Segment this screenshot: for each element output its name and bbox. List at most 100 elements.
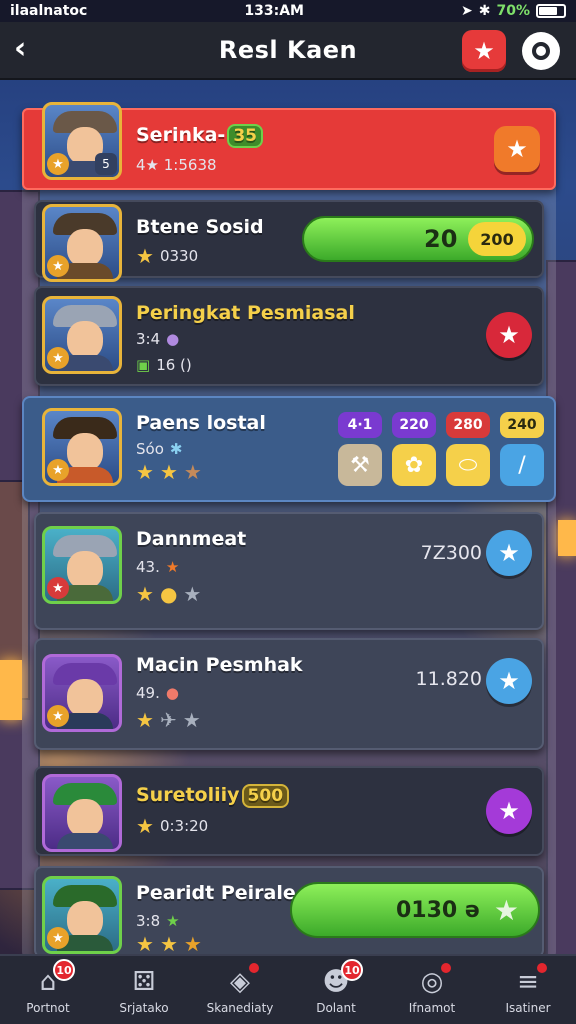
star-icon: ★ [498, 667, 520, 695]
favorite-button[interactable]: ★ [486, 788, 532, 834]
star-icon: ★ [47, 255, 69, 277]
list-item[interactable]: ★ Peringkat Pesmiasal 3:4 ● ▣ 16 () ★ [34, 286, 544, 386]
star-icon: ★ [47, 705, 69, 727]
nav-item-skanediaty[interactable]: ◈ Skanediaty [195, 963, 285, 1015]
battery-percent: 70% [496, 3, 530, 19]
carrier-label: ilaalnatoc [10, 3, 88, 19]
rank-badge-icon: 5 [95, 153, 117, 175]
bonus-badge: 200 [468, 222, 526, 256]
window-light [0, 660, 22, 720]
level-tag: 35 [227, 124, 263, 148]
player-stats: 43. ★ [136, 558, 180, 576]
claim-value: 0130 ə [396, 897, 480, 923]
notification-dot [537, 963, 547, 973]
back-button[interactable]: ‹ [14, 34, 26, 64]
favorite-button[interactable]: ★ [486, 658, 532, 704]
power-button[interactable] [522, 32, 560, 70]
avatar: ★ [42, 296, 122, 374]
player-name: Macin Pesmhak [136, 654, 303, 676]
bluetooth-icon: ✱ [478, 3, 491, 19]
favorite-button[interactable]: ★ [486, 530, 532, 576]
star-icon: ★ [498, 321, 520, 349]
snowflake-icon: ✱ [169, 440, 183, 458]
can-icon[interactable]: ⬭ [446, 444, 490, 486]
card-icon: ▣ [136, 356, 151, 374]
power-icon [532, 42, 550, 60]
clock: 133:AM [244, 3, 304, 19]
app-header: ‹ Resl Kaen ★ [0, 22, 576, 80]
star-icon: ★ [473, 37, 495, 65]
star-icon: ★ [493, 893, 519, 927]
notification-dot [249, 963, 259, 973]
score-value: 7Z300 [420, 542, 482, 564]
avatar: ★ [42, 204, 122, 282]
hammer-icon[interactable]: ⚒ [338, 444, 382, 486]
star-icon: ★ [498, 797, 520, 825]
player-stats: ★ 0:3:20 [136, 814, 209, 838]
skull-icon: ● [165, 684, 179, 702]
list-item[interactable]: Suretoliiy 500 ★ 0:3:20 ★ [34, 766, 544, 856]
notification-badge: 10 [53, 959, 75, 981]
bottom-nav: ⌂ 10 Portnot ⚄ Srjatako ◈ Skanediaty ☻ 1… [0, 954, 576, 1024]
list-item[interactable]: ★ Macin Pesmhak 49. ● ★ ✈ ★ 11.820 ★ [34, 638, 544, 750]
star-icon: ★ [506, 135, 528, 163]
player-stats: 49. ● [136, 684, 179, 702]
player-stats: 4★ 1:5638 [136, 156, 217, 174]
page-title: Resl Kaen [218, 36, 358, 64]
notification-badge: 10 [341, 959, 363, 981]
nav-item-isatiner[interactable]: ≡ Isatiner [483, 963, 573, 1015]
player-name: Serinka- 35 [136, 124, 263, 148]
player-name: Btene Sosid [136, 216, 264, 238]
player-stats: 3:8 ★ [136, 912, 180, 930]
notification-dot [441, 963, 451, 973]
favorite-button[interactable]: ★ [486, 312, 532, 358]
star-icon: ★ [47, 347, 69, 369]
nav-item-srjatako[interactable]: ⚄ Srjatako [99, 965, 189, 1015]
rating-stars: ★ ● ★ [136, 582, 202, 606]
list-item[interactable]: ★ Paens lostal Sóo ✱ ★ ★ ★ 4·1 ⚒ 220 ✿ 280 ⬭ 2… [22, 396, 556, 502]
item-badge: 280 [446, 412, 490, 438]
player-count: ▣ 16 () [136, 356, 192, 374]
star-icon: ★ [136, 814, 154, 838]
rating-stars: ★ ✈ ★ [136, 708, 201, 732]
avatar: ★ [42, 408, 122, 486]
progress-pill[interactable]: 20 200 [302, 216, 534, 262]
avatar: ★ 5 [42, 102, 122, 180]
player-name: Peringkat Pesmiasal [136, 302, 355, 324]
avatar: ★ [42, 526, 122, 604]
star-icon: ★ [47, 927, 69, 949]
leaf-icon: ★ [166, 912, 180, 930]
score-value: 11.820 [415, 668, 482, 690]
star-icon: ★ [47, 459, 69, 481]
star-icon: ★ [47, 577, 69, 599]
favorites-button[interactable]: ★ [462, 30, 506, 72]
avatar: ★ [42, 654, 122, 732]
wand-icon[interactable]: / [500, 444, 544, 486]
item-badge: 220 [392, 412, 436, 438]
item-badges: 4·1 ⚒ 220 ✿ 280 ⬭ 240 / [338, 412, 544, 486]
progress-value: 20 [424, 225, 458, 253]
list-item[interactable]: ★ Btene Sosid ★ 0330 20 200 [34, 200, 544, 282]
star-icon: ★ [498, 539, 520, 567]
player-name: Dannmeat [136, 528, 247, 550]
claim-button[interactable]: 0130 ə ★ [290, 882, 540, 938]
level-tag: 500 [241, 784, 290, 808]
player-stats: Sóo ✱ [136, 440, 183, 458]
avatar: ★ [42, 876, 122, 954]
nav-item-ifnamot[interactable]: ◎ Ifnamot [387, 963, 477, 1015]
player-name: Suretoliiy 500 [136, 784, 290, 808]
list-item[interactable]: ★ Pearidt Peirale 3:8 ★ ★ ★ ★ 0130 ə ★ [34, 866, 544, 958]
status-bar: ilaalnatoc 133:AM ➤ ✱ 70% [0, 0, 576, 22]
cookie-icon[interactable]: ✿ [392, 444, 436, 486]
favorite-button[interactable]: ★ [494, 126, 540, 172]
fire-icon: ★ [165, 558, 180, 576]
location-icon: ➤ [461, 3, 473, 19]
list-item[interactable]: ★ 5 Serinka- 35 4★ 1:5638 ★ [22, 102, 556, 190]
item-badge: 240 [500, 412, 544, 438]
player-name: Paens lostal [136, 412, 266, 434]
list-item[interactable]: ★ Dannmeat 43. ★ ★ ● ★ 7Z300 ★ [34, 512, 544, 630]
rating-stars: ★ ★ ★ [136, 460, 202, 484]
window-light [558, 520, 576, 556]
nav-item-portnot[interactable]: ⌂ 10 Portnot [3, 959, 93, 1015]
nav-item-dolant[interactable]: ☻ 10 Dolant [291, 959, 381, 1015]
